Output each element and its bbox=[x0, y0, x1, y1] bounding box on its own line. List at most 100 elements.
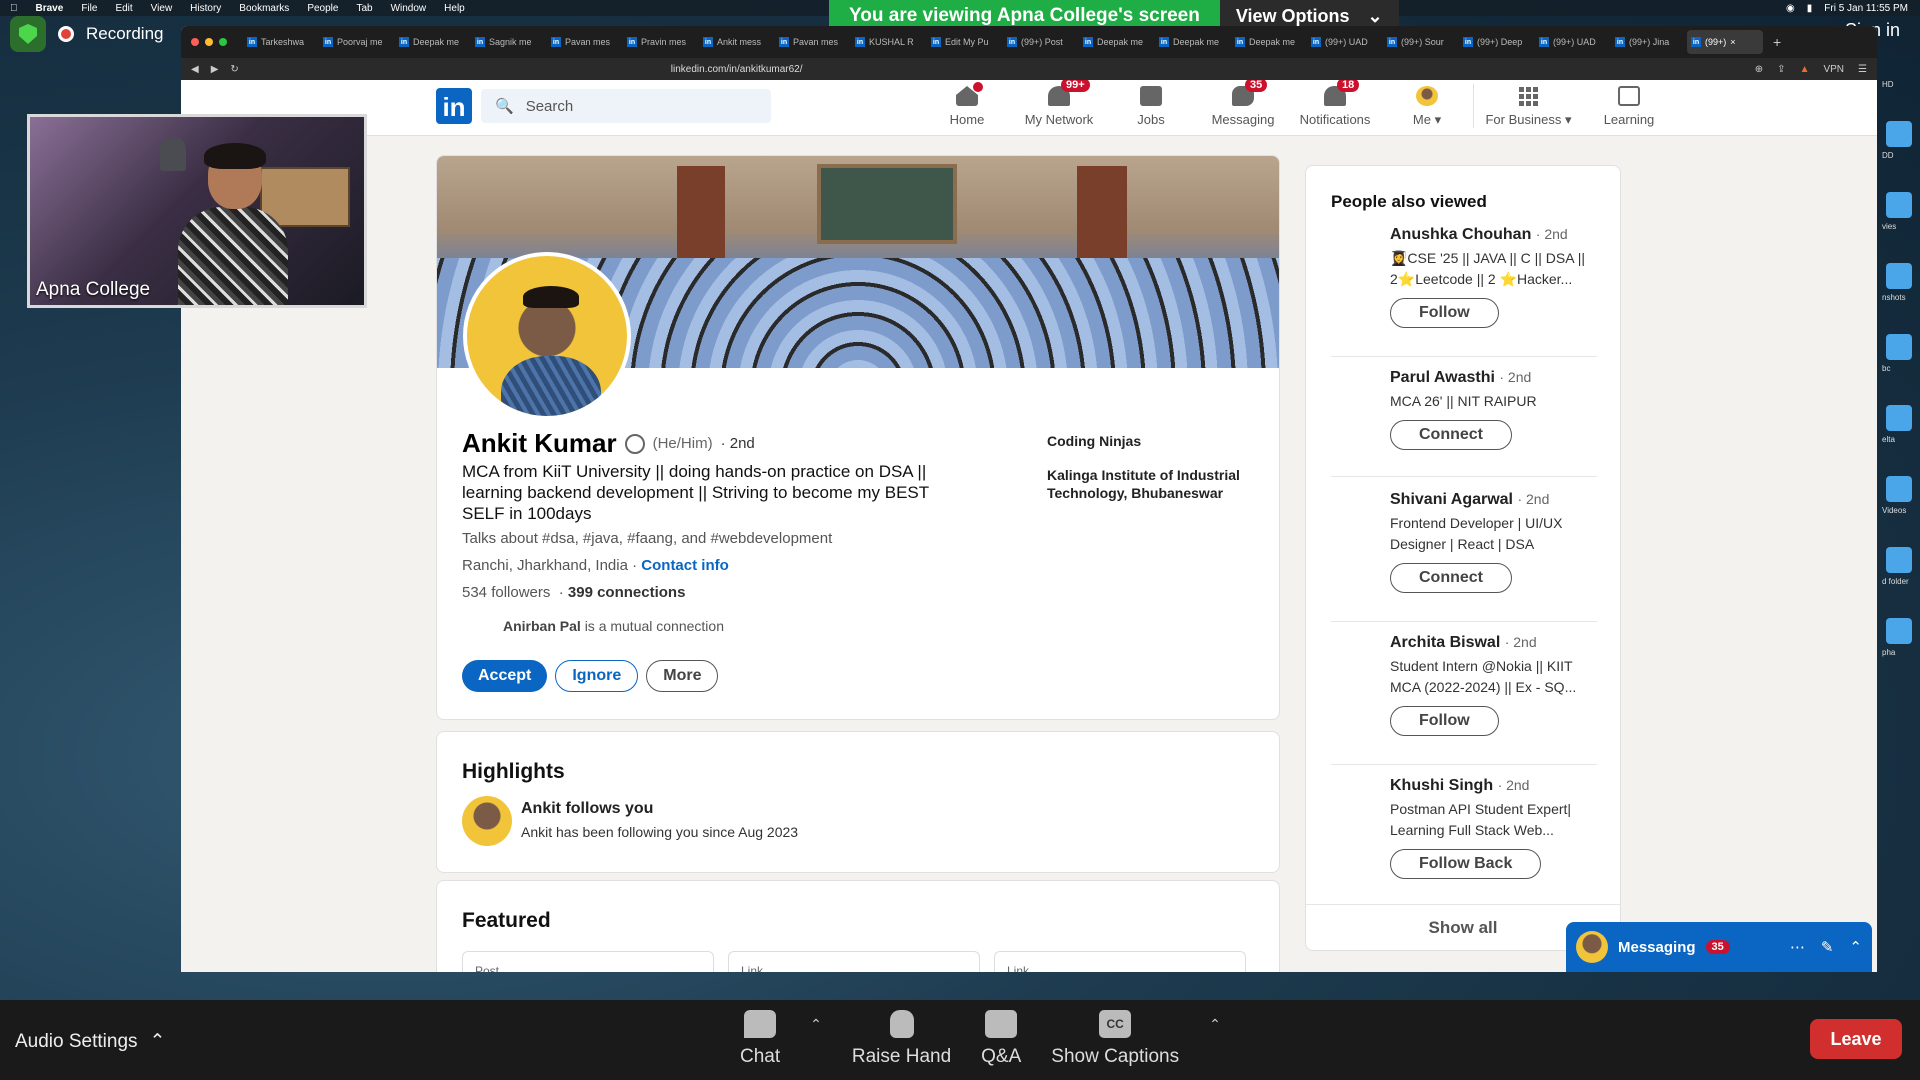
nav-learning[interactable]: Learning bbox=[1583, 84, 1675, 128]
menu-help[interactable]: Help bbox=[444, 3, 465, 14]
browser-tab[interactable]: in Edit My Pu bbox=[927, 30, 1003, 54]
forward-icon[interactable]: ▶ bbox=[211, 64, 219, 75]
close-tab-icon[interactable]: × bbox=[1730, 37, 1735, 47]
close-window-icon[interactable] bbox=[191, 38, 199, 46]
leave-button[interactable]: Leave bbox=[1810, 1019, 1902, 1059]
browser-tab[interactable]: in (99+) UAD bbox=[1535, 30, 1611, 54]
more-options-icon[interactable]: ⋯ bbox=[1790, 938, 1805, 956]
browser-tab[interactable]: in (99+) Post bbox=[1003, 30, 1079, 54]
connect-button[interactable]: Connect bbox=[1390, 563, 1512, 593]
menu-icon[interactable]: ☰ bbox=[1858, 64, 1867, 75]
browser-tab[interactable]: in (99+) Deep bbox=[1459, 30, 1535, 54]
wifi-icon[interactable]: ◉ bbox=[1786, 3, 1795, 14]
apple-icon[interactable]:  bbox=[10, 3, 18, 14]
security-shield-icon[interactable] bbox=[10, 16, 46, 52]
brave-shield-icon[interactable]: ▲ bbox=[1800, 64, 1810, 75]
captions-options-chevron-icon[interactable]: ⌃ bbox=[1209, 1016, 1221, 1068]
zoom-icon[interactable]: ⊕ bbox=[1755, 64, 1763, 75]
menu-people[interactable]: People bbox=[307, 3, 338, 14]
mutual-connection[interactable]: Anirban Pal is a mutual connection bbox=[503, 618, 724, 634]
featured-items: Post Link Link bbox=[462, 951, 1246, 972]
nav-home[interactable]: Home bbox=[921, 82, 1013, 128]
browser-tab-active[interactable]: in (99+) × bbox=[1687, 30, 1763, 54]
menu-history[interactable]: History bbox=[190, 3, 221, 14]
url-field[interactable]: linkedin.com/in/ankitkumar62/ bbox=[671, 64, 803, 75]
browser-tab[interactable]: in (99+) Sour bbox=[1383, 30, 1459, 54]
featured-item[interactable]: Link bbox=[994, 951, 1246, 972]
verified-icon[interactable] bbox=[624, 433, 645, 454]
follow-button[interactable]: Follow bbox=[1390, 706, 1499, 736]
compose-icon[interactable]: ✎ bbox=[1821, 938, 1834, 956]
new-tab-button[interactable]: + bbox=[1773, 34, 1781, 50]
menu-app-name[interactable]: Brave bbox=[36, 3, 64, 14]
browser-tab[interactable]: in KUSHAL R bbox=[851, 30, 927, 54]
back-icon[interactable]: ◀ bbox=[191, 64, 199, 75]
minimize-window-icon[interactable] bbox=[205, 38, 213, 46]
share-icon[interactable]: ⇪ bbox=[1777, 64, 1785, 75]
browser-tab[interactable]: in (99+) UAD bbox=[1307, 30, 1383, 54]
nav-messaging[interactable]: 35 Messaging bbox=[1197, 80, 1289, 128]
folder-icon[interactable] bbox=[1886, 618, 1912, 644]
menu-window[interactable]: Window bbox=[391, 3, 427, 14]
browser-tab[interactable]: in Poorvaj me bbox=[319, 30, 395, 54]
menu-tab[interactable]: Tab bbox=[356, 3, 372, 14]
maximize-window-icon[interactable] bbox=[219, 38, 227, 46]
menu-view[interactable]: View bbox=[151, 3, 173, 14]
menu-bookmarks[interactable]: Bookmarks bbox=[239, 3, 289, 14]
browser-tab[interactable]: in Deepak me bbox=[1079, 30, 1155, 54]
nav-my-network[interactable]: 99+ My Network bbox=[1013, 80, 1105, 128]
chat-button[interactable]: Chat bbox=[740, 1010, 780, 1068]
raise-hand-button[interactable]: Raise Hand bbox=[852, 1010, 951, 1068]
education-school[interactable]: Kalinga Institute of Industrial Technolo… bbox=[1047, 466, 1247, 502]
follow-button[interactable]: Follow bbox=[1390, 298, 1499, 328]
current-company[interactable]: Coding Ninjas bbox=[1047, 432, 1247, 450]
battery-icon[interactable]: ▮ bbox=[1807, 3, 1813, 14]
browser-tab[interactable]: in Deepak me bbox=[1155, 30, 1231, 54]
nav-notifications[interactable]: 18 Notifications bbox=[1289, 80, 1381, 128]
reload-icon[interactable]: ↻ bbox=[230, 64, 238, 75]
profile-avatar[interactable] bbox=[463, 252, 631, 420]
browser-tab[interactable]: in (99+) Jina bbox=[1611, 30, 1687, 54]
connect-button[interactable]: Connect bbox=[1390, 420, 1512, 450]
menu-file[interactable]: File bbox=[81, 3, 97, 14]
follow-back-button[interactable]: Follow Back bbox=[1390, 849, 1542, 879]
connections-count[interactable]: 399 connections bbox=[568, 584, 686, 601]
browser-tab[interactable]: in Sagnik me bbox=[471, 30, 547, 54]
browser-tab[interactable]: in Tarkeshwa bbox=[243, 30, 319, 54]
presenter-video[interactable]: Apna College bbox=[27, 114, 367, 308]
nav-me[interactable]: Me ▾ bbox=[1381, 84, 1473, 128]
browser-tab[interactable]: in Pravin mes bbox=[623, 30, 699, 54]
search-input[interactable]: 🔍 Search bbox=[481, 89, 771, 123]
show-captions-button[interactable]: CC Show Captions bbox=[1051, 1010, 1179, 1068]
folder-icon[interactable] bbox=[1886, 547, 1912, 573]
qa-button[interactable]: Q&A bbox=[981, 1010, 1021, 1068]
followers-count[interactable]: 534 followers bbox=[462, 584, 550, 601]
nav-for-business[interactable]: For Business ▾ bbox=[1473, 84, 1583, 128]
browser-tab[interactable]: in Ankit mess bbox=[699, 30, 775, 54]
browser-tab[interactable]: in Deepak me bbox=[1231, 30, 1307, 54]
browser-tab[interactable]: in Pavan mes bbox=[547, 30, 623, 54]
chat-options-chevron-icon[interactable]: ⌃ bbox=[810, 1016, 822, 1068]
chevron-up-icon[interactable]: ⌃ bbox=[1849, 938, 1862, 956]
audio-settings-button[interactable]: Audio Settings ⌃ bbox=[15, 1030, 165, 1053]
browser-tab[interactable]: in Deepak me bbox=[395, 30, 471, 54]
ignore-button[interactable]: Ignore bbox=[555, 660, 639, 692]
menu-edit[interactable]: Edit bbox=[115, 3, 132, 14]
folder-icon[interactable] bbox=[1886, 121, 1912, 147]
folder-icon[interactable] bbox=[1886, 476, 1912, 502]
contact-info-link[interactable]: Contact info bbox=[641, 557, 729, 574]
vpn-button[interactable]: VPN bbox=[1823, 64, 1844, 75]
folder-icon[interactable] bbox=[1886, 192, 1912, 218]
browser-tab[interactable]: in Pavan mes bbox=[775, 30, 851, 54]
linkedin-logo-icon[interactable]: in bbox=[436, 88, 472, 124]
accept-button[interactable]: Accept bbox=[462, 660, 548, 692]
featured-item[interactable]: Link bbox=[728, 951, 980, 972]
menubar-clock[interactable]: Fri 5 Jan 11:55 PM bbox=[1824, 3, 1908, 14]
more-button[interactable]: More bbox=[646, 660, 719, 692]
folder-icon[interactable] bbox=[1886, 263, 1912, 289]
folder-icon[interactable] bbox=[1886, 334, 1912, 360]
folder-icon[interactable] bbox=[1886, 405, 1912, 431]
messaging-overlay[interactable]: Messaging 35 ⋯ ✎ ⌃ bbox=[1566, 922, 1872, 972]
nav-jobs[interactable]: Jobs bbox=[1105, 84, 1197, 128]
featured-item[interactable]: Post bbox=[462, 951, 714, 972]
